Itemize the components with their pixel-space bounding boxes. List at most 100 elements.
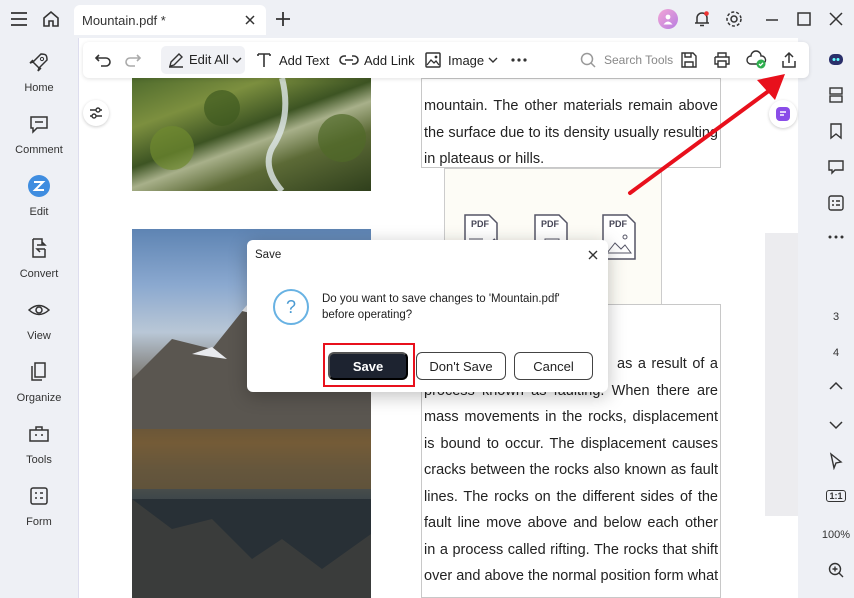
- zoom-in-icon[interactable]: [818, 561, 854, 579]
- organize-icon: [31, 362, 46, 381]
- settings-gear-icon[interactable]: [724, 9, 744, 29]
- image-label: Image: [448, 52, 485, 68]
- select-cursor-icon[interactable]: [818, 452, 854, 470]
- pdf-label: PDF: [541, 219, 559, 229]
- bookmark-icon[interactable]: [818, 122, 854, 140]
- search-icon: [580, 52, 596, 68]
- text-line: the surface due to its density usually r…: [424, 124, 718, 141]
- next-page-icon[interactable]: [818, 419, 854, 431]
- redo-button[interactable]: [123, 42, 143, 78]
- page-number-current[interactable]: 3: [818, 311, 854, 323]
- cloud-sync-button[interactable]: [746, 42, 768, 78]
- document-tab[interactable]: Mountain.pdf *: [74, 5, 266, 35]
- form-icon: [30, 487, 48, 505]
- avatar[interactable]: [658, 9, 678, 29]
- pdf-label: PDF: [609, 219, 627, 229]
- add-link-button[interactable]: Add Link: [339, 42, 415, 78]
- page-number-next[interactable]: 4: [818, 347, 854, 359]
- add-link-label: Add Link: [364, 52, 415, 68]
- sidebar-item-tools[interactable]: Tools: [0, 418, 78, 474]
- add-text-button[interactable]: Add Text: [255, 42, 329, 78]
- chevron-down-icon: [232, 57, 242, 63]
- add-text-label: Add Text: [279, 52, 330, 68]
- edit-all-label: Edit All: [189, 52, 229, 67]
- comment-icon: [30, 116, 48, 134]
- more-icon: [511, 58, 527, 62]
- sidebar-label-view: View: [27, 330, 51, 342]
- text-line: fault line move above and below each oth…: [424, 515, 718, 531]
- sidebar-label-convert: Convert: [19, 268, 59, 280]
- comments-panel-icon[interactable]: [818, 158, 854, 176]
- ai-assistant-icon: [776, 107, 790, 121]
- more-tools-button[interactable]: [511, 42, 527, 78]
- question-icon: ?: [273, 289, 309, 325]
- ai-robot-icon[interactable]: [818, 50, 854, 68]
- left-sidebar: Home Comment Edit Convert View Organize …: [0, 38, 78, 598]
- eye-icon: [27, 304, 51, 316]
- sidebar-item-form[interactable]: Form: [0, 480, 78, 536]
- adjust-sliders-button[interactable]: [83, 100, 109, 126]
- save-toolbar-button[interactable]: [680, 42, 698, 78]
- share-export-button[interactable]: [780, 42, 798, 78]
- dont-save-button[interactable]: Don't Save: [416, 352, 506, 380]
- chevron-down-icon: [488, 57, 498, 63]
- undo-button[interactable]: [93, 42, 113, 78]
- pdf-label: PDF: [471, 219, 489, 229]
- link-icon: [339, 55, 359, 65]
- zoom-level[interactable]: 100%: [818, 529, 854, 541]
- toolbox-icon: [29, 426, 49, 442]
- text-line: is bound to occur. The displacement caus…: [424, 435, 718, 452]
- dialog-title: Save: [255, 249, 282, 261]
- search-tools-input[interactable]: Search Tools: [579, 42, 673, 78]
- sidebar-item-view[interactable]: View: [0, 294, 78, 350]
- form-fields-icon[interactable]: [818, 194, 854, 212]
- maximize-icon[interactable]: [794, 9, 814, 29]
- text-line: in a process called rifting. The rocks t…: [424, 541, 718, 558]
- undo-icon: [94, 54, 111, 67]
- close-window-icon[interactable]: [826, 9, 846, 29]
- previous-page-icon[interactable]: [818, 380, 854, 392]
- thumbnails-icon[interactable]: [818, 86, 854, 104]
- text-line: cracks between the rocks also known as f…: [424, 462, 718, 478]
- text-line: mountain. The other materials remain abo…: [424, 98, 718, 114]
- home-icon[interactable]: [40, 8, 62, 30]
- right-tool-strip: 3 4 1:1 100%: [818, 38, 854, 598]
- dialog-close-icon[interactable]: [586, 248, 600, 262]
- sidebar-item-comment[interactable]: Comment: [0, 108, 78, 164]
- rocket-icon: [29, 53, 48, 72]
- sidebar-item-home[interactable]: Home: [0, 46, 78, 102]
- save-button-highlight-box: [323, 343, 415, 387]
- ai-assistant-button[interactable]: [769, 100, 797, 128]
- print-button[interactable]: [713, 42, 731, 78]
- edit-icon: [28, 175, 50, 197]
- sliders-icon: [90, 107, 102, 119]
- sidebar-item-organize[interactable]: Organize: [0, 356, 78, 412]
- save-disk-icon: [681, 52, 697, 68]
- notification-bell-icon[interactable]: [692, 9, 712, 29]
- pencil-icon: [169, 53, 183, 68]
- text-block-top[interactable]: mountain. The other materials remain abo…: [421, 78, 721, 168]
- text-line: over and above the normal position form …: [424, 568, 718, 584]
- printer-icon: [714, 52, 730, 68]
- vertical-scrollbar[interactable]: [765, 233, 798, 516]
- sidebar-label-organize: Organize: [16, 392, 62, 404]
- title-bar: Mountain.pdf *: [0, 0, 854, 38]
- cancel-button[interactable]: Cancel: [514, 352, 593, 380]
- convert-icon: [32, 238, 47, 258]
- image-button[interactable]: Image: [424, 42, 498, 78]
- actual-size-button[interactable]: 1:1: [818, 490, 854, 502]
- sidebar-item-convert[interactable]: Convert: [0, 232, 78, 288]
- minimize-icon[interactable]: [762, 9, 782, 29]
- sidebar-label-comment: Comment: [15, 144, 63, 156]
- sidebar-item-edit[interactable]: Edit: [0, 170, 78, 226]
- save-dialog: Save ? Do you want to save changes to 'M…: [247, 240, 608, 392]
- close-tab-icon[interactable]: [242, 12, 258, 28]
- edit-all-button[interactable]: Edit All: [161, 46, 245, 74]
- search-placeholder: Search Tools: [604, 53, 674, 67]
- cloud-check-icon: [746, 50, 767, 69]
- more-options-icon[interactable]: [818, 234, 854, 240]
- sidebar-toggle-icon[interactable]: [8, 8, 30, 30]
- new-tab-icon[interactable]: [272, 8, 294, 30]
- image-icon: [425, 52, 441, 68]
- waterfall-image: [132, 78, 371, 191]
